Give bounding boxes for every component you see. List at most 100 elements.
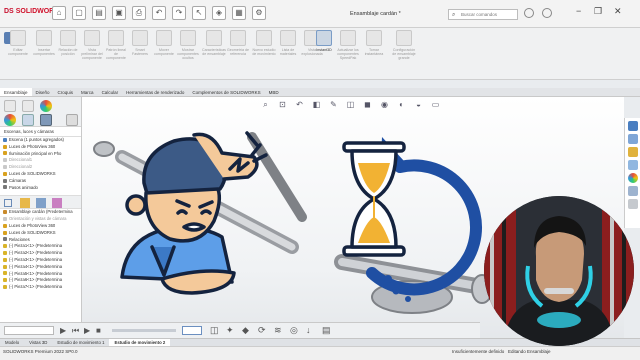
- undo-icon[interactable]: ↶: [152, 6, 166, 20]
- tree-item[interactable]: Luces de SOLIDWORKS: [3, 230, 81, 237]
- tree-item[interactable]: Ensamblaje cardán (Predetermina: [3, 209, 81, 216]
- study-type-select[interactable]: [4, 326, 54, 335]
- stop-icon[interactable]: ■: [96, 326, 101, 335]
- cmd-item[interactable]: Patrón lineal de componente: [104, 30, 128, 76]
- calculate-icon[interactable]: ▶: [60, 326, 66, 335]
- tree-item[interactable]: Cámaras: [3, 178, 81, 185]
- home-icon[interactable]: ⌂: [52, 6, 66, 20]
- appearances-scenes-icon[interactable]: [627, 173, 638, 183]
- options-gear-icon[interactable]: ⚙: [252, 6, 266, 20]
- restore-icon[interactable]: ❐: [594, 6, 602, 17]
- bottom-tab-item[interactable]: Estudio de movimiento 2: [109, 339, 171, 346]
- tab-item[interactable]: Ensamblaje: [0, 88, 32, 96]
- tree-item[interactable]: Direccional1: [3, 157, 81, 164]
- tab-item[interactable]: Complementos de SOLIDWORKS: [188, 88, 264, 96]
- animation-wizard-icon[interactable]: ✦: [226, 325, 234, 336]
- user-icon[interactable]: [542, 8, 552, 18]
- autokey-icon[interactable]: ◆: [242, 325, 249, 336]
- bottom-tab-item[interactable]: Vistas 3D: [24, 339, 52, 346]
- tab-item[interactable]: Marca: [77, 88, 98, 96]
- tree-item[interactable]: Luces de SOLIDWORKS: [3, 171, 81, 178]
- tree-item[interactable]: Iluminación principal en Pho: [3, 151, 81, 158]
- panel-options-icon[interactable]: [66, 114, 78, 126]
- cmd-item[interactable]: Geometría de referencia: [226, 30, 250, 76]
- tab-item[interactable]: Diseño: [32, 88, 54, 96]
- feature-tree-icon[interactable]: [4, 100, 16, 112]
- tree-item[interactable]: Luces de PhotoView 360: [3, 223, 81, 230]
- redo-icon[interactable]: ↷: [172, 6, 186, 20]
- save-icon[interactable]: ▣: [112, 6, 126, 20]
- tree-item[interactable]: (-) Pieza6<1> (Predetermina: [3, 277, 81, 284]
- tree-item[interactable]: Pasos animado: [3, 185, 81, 192]
- scenes-lights-cameras-icon[interactable]: [40, 114, 52, 126]
- tab-item[interactable]: Croquis: [54, 88, 78, 96]
- custom-properties-icon[interactable]: [627, 186, 638, 196]
- tree-item[interactable]: Relaciones: [3, 237, 81, 244]
- display-manager-icon[interactable]: [4, 114, 16, 126]
- cmd-item[interactable]: Vista preliminar del componente: [80, 30, 104, 76]
- new-document-icon[interactable]: ▢: [72, 6, 86, 20]
- play-icon[interactable]: ▶: [84, 326, 90, 335]
- gravity-icon[interactable]: ↓: [306, 325, 311, 335]
- contact-icon[interactable]: ◎: [290, 325, 298, 336]
- tree-item[interactable]: Direccional2: [3, 164, 81, 171]
- cmd-item[interactable]: Editar componente: [6, 30, 30, 76]
- cmd-item[interactable]: Mostrar componentes ocultos: [176, 30, 200, 76]
- cmd-item[interactable]: Mover componente: [152, 30, 176, 76]
- filter-icon[interactable]: [4, 199, 12, 208]
- tab-item[interactable]: Calcular: [98, 88, 123, 96]
- property-manager-icon[interactable]: [22, 100, 34, 112]
- playback-speed-select[interactable]: [182, 326, 202, 335]
- file-properties-icon[interactable]: ▦: [232, 6, 246, 20]
- results-plots-icon[interactable]: ▤: [322, 325, 331, 336]
- print-icon[interactable]: ⎙: [132, 6, 146, 20]
- rebuild-icon[interactable]: ◈: [212, 6, 226, 20]
- search-commands-input[interactable]: ⌕ Buscar comandos: [448, 9, 518, 20]
- tree-item[interactable]: (-) Pieza1<1> (Predetermina: [3, 243, 81, 250]
- bottom-tab-item[interactable]: Estudio de movimiento 1: [52, 339, 109, 346]
- cmd-item[interactable]: Instant3D: [312, 30, 336, 76]
- tree-item[interactable]: (-) Pieza3<1> (Predetermina: [3, 257, 81, 264]
- tree-item[interactable]: (-) Pieza4<1> (Predetermina: [3, 264, 81, 271]
- tree-item-icon: [3, 251, 7, 256]
- tree-item[interactable]: Escena (1 puntos agregados): [3, 137, 81, 144]
- solidworks-resources-icon[interactable]: [627, 121, 638, 131]
- cmd-item[interactable]: Tomar instantánea: [362, 30, 386, 76]
- tree-item[interactable]: Luces de PhotoView 360: [3, 144, 81, 151]
- playback-slider[interactable]: [112, 329, 176, 332]
- cmd-item[interactable]: Smart Fasteners: [128, 30, 152, 76]
- close-icon[interactable]: ✕: [614, 6, 622, 17]
- bottom-tab-item[interactable]: Modelo: [0, 339, 24, 346]
- motor-icon[interactable]: ⟳: [258, 325, 266, 336]
- view-icon[interactable]: [36, 198, 46, 209]
- decals-icon[interactable]: [22, 114, 34, 126]
- cmd-item[interactable]: Características de ensamblaje: [202, 30, 226, 76]
- spring-icon[interactable]: ≋: [274, 325, 282, 336]
- select-icon[interactable]: ↖: [192, 6, 206, 20]
- tree-item[interactable]: (-) Pieza7<1> (Predetermina: [3, 284, 81, 291]
- tab-item[interactable]: Herramientas de renderizado: [122, 88, 188, 96]
- tree-item-label: Iluminación principal en Pho: [9, 150, 62, 156]
- cmd-item[interactable]: Configuración de ensamblaje grande: [392, 30, 416, 76]
- tree-item[interactable]: (-) Pieza2<1> (Predetermina: [3, 250, 81, 257]
- rewind-icon[interactable]: ⏮: [72, 326, 79, 335]
- cmd-item[interactable]: Lista de materiales: [276, 30, 300, 76]
- appearance-mini-icon[interactable]: [52, 198, 62, 209]
- view-palette-icon[interactable]: [627, 160, 638, 170]
- tree-item[interactable]: (-) Pieza5<1> (Predetermina: [3, 271, 81, 278]
- motion-icon[interactable]: [20, 198, 30, 209]
- cmd-item[interactable]: Insertar componentes: [32, 30, 56, 76]
- open-icon[interactable]: ▤: [92, 6, 106, 20]
- save-animation-icon[interactable]: ◫: [210, 325, 219, 336]
- file-explorer-icon[interactable]: [627, 147, 638, 157]
- tree-item[interactable]: Orientación y vistas de cámara: [3, 216, 81, 223]
- forum-icon[interactable]: [627, 199, 638, 209]
- design-library-icon[interactable]: [627, 134, 638, 144]
- cmd-item[interactable]: Nuevo estudio de movimiento: [252, 30, 276, 76]
- help-icon[interactable]: [524, 8, 534, 18]
- minimize-icon[interactable]: −: [576, 6, 581, 16]
- appearance-icon[interactable]: [40, 100, 52, 112]
- tab-item[interactable]: MBD: [265, 88, 283, 96]
- cmd-item[interactable]: Actualizar los componentes SpeedPak: [336, 30, 360, 76]
- cmd-item[interactable]: Relación de posición: [56, 30, 80, 76]
